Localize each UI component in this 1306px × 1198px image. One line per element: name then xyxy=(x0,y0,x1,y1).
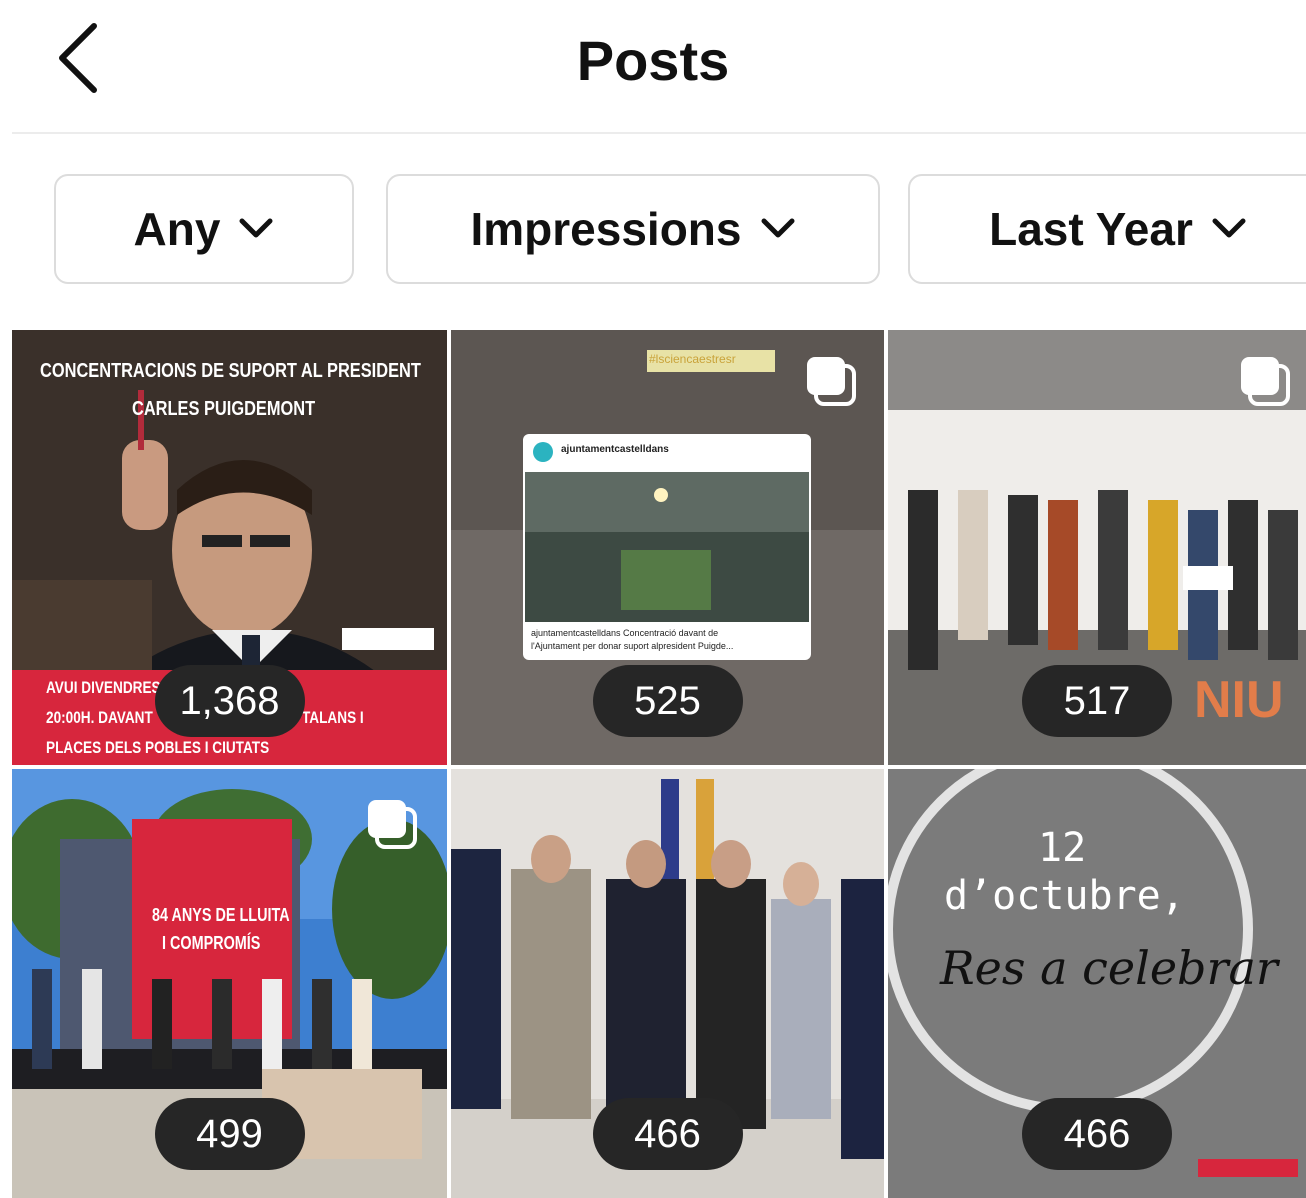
page-title: Posts xyxy=(576,29,730,92)
filter-label: Any xyxy=(133,203,221,255)
post-thumbnail[interactable]: NIU 517 xyxy=(888,330,1306,765)
image-text: 20:00H. DAVANT xyxy=(46,708,153,727)
chevron-down-icon xyxy=(761,218,794,238)
post-thumbnail[interactable]: CONCENTRACIONS DE SUPORT AL PRESIDENT CA… xyxy=(12,330,447,765)
image-text: 12 xyxy=(1038,825,1087,871)
multiple-posts-icon xyxy=(807,357,856,406)
post-thumbnail[interactable]: 84 ANYS DE LLUITA I COMPROMÍS 499 xyxy=(12,769,447,1198)
multiple-posts-icon xyxy=(1241,357,1290,406)
top-bar: Posts xyxy=(0,0,1306,132)
image-text: CARLES PUIGDEMONT xyxy=(132,398,316,420)
image-text: NIU xyxy=(1194,671,1284,729)
post-thumbnail[interactable]: #lsciencaestresr ajuntamentcastelldans a… xyxy=(451,330,884,765)
image-text: d’octubre, xyxy=(944,873,1185,919)
impressions-count-badge: 517 xyxy=(1022,665,1172,737)
multiple-posts-icon xyxy=(368,800,417,849)
post-thumbnail[interactable]: 12 d’octubre, Res a celebrar 466 xyxy=(888,769,1306,1198)
filter-metric[interactable]: Impressions xyxy=(386,174,880,284)
filter-label: Impressions xyxy=(470,203,742,255)
impressions-count-badge: 525 xyxy=(592,665,743,737)
chevron-down-icon xyxy=(239,218,273,238)
post-thumbnail[interactable]: 466 xyxy=(451,769,884,1198)
header-divider xyxy=(12,132,1306,134)
image-text: ajuntamentcastelldans Concentració davan… xyxy=(531,628,719,638)
image-text: I COMPROMÍS xyxy=(162,933,261,953)
image-text: PLACES DELS POBLES I CIUTATS xyxy=(46,738,270,757)
impressions-count-badge: 499 xyxy=(154,1098,305,1170)
posts-grid: CONCENTRACIONS DE SUPORT AL PRESIDENT CA… xyxy=(12,330,1306,1198)
image-text: #lsciencaestresr xyxy=(649,352,736,366)
image-text: l'Ajuntament per donar suport alpresiden… xyxy=(531,641,734,651)
filter-label: Last Year xyxy=(989,203,1193,255)
image-text: Res a celebrar xyxy=(940,941,1278,995)
filter-time-range[interactable]: Last Year xyxy=(908,174,1306,284)
image-text: TALANS I xyxy=(302,708,364,727)
impressions-count-badge: 466 xyxy=(1022,1098,1172,1170)
impressions-count-badge: 1,368 xyxy=(154,665,305,737)
filter-media-type[interactable]: Any xyxy=(54,174,354,284)
impressions-count-badge: 466 xyxy=(592,1098,743,1170)
image-text: ajuntamentcastelldans xyxy=(561,444,669,455)
image-text: 84 ANYS DE LLUITA xyxy=(152,905,290,925)
chevron-down-icon xyxy=(1212,218,1246,238)
image-text: AVUI DIVENDRES xyxy=(46,678,161,697)
image-text: CONCENTRACIONS DE SUPORT AL PRESIDENT xyxy=(40,360,421,382)
